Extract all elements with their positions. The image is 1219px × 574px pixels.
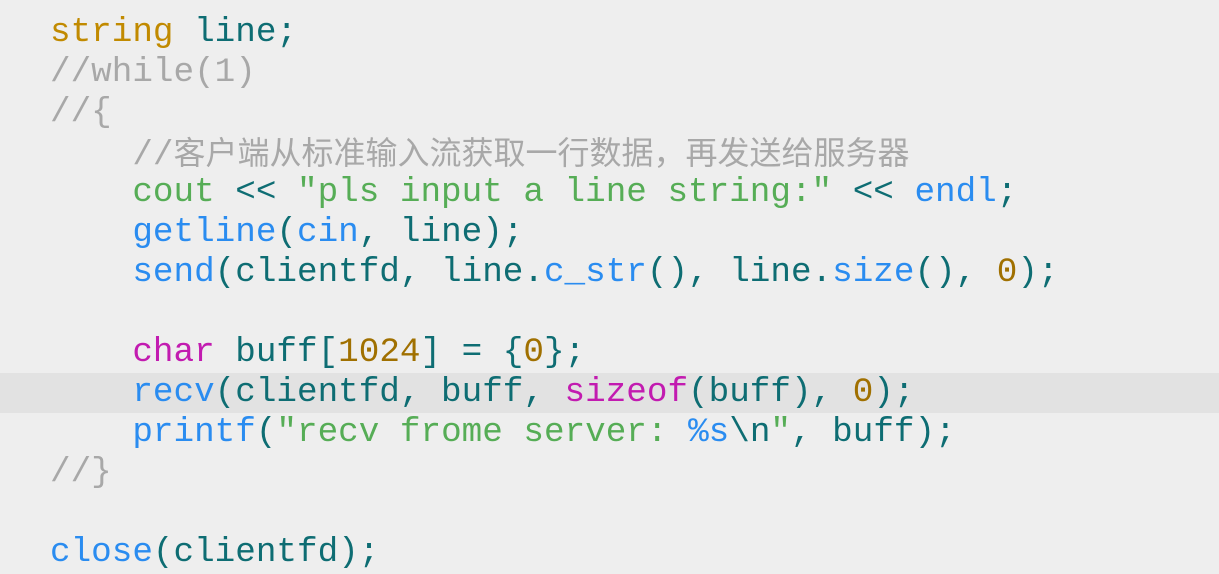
code-token: (), <box>914 253 997 292</box>
code-token: recv <box>132 373 215 412</box>
code-token: (buff), <box>688 373 853 412</box>
code-token: string <box>50 13 174 52</box>
code-line-current[interactable]: recv(clientfd, buff, sizeof(buff), 0); <box>0 373 1219 413</box>
code-token: 0 <box>996 253 1018 292</box>
code-token: }; <box>544 333 586 372</box>
code-editor[interactable]: string line;//while(1)//{ //客户端从标准输入流获取一… <box>0 13 1219 573</box>
code-token: , buff); <box>791 413 956 452</box>
code-token: cin <box>297 213 359 252</box>
code-token: ); <box>873 373 915 412</box>
code-line[interactable]: cout << "pls input a line string:" << en… <box>0 173 1219 213</box>
code-token: printf <box>132 413 256 452</box>
code-token: endl <box>914 173 997 212</box>
code-token: << <box>832 173 915 212</box>
code-token: (), line. <box>646 253 833 292</box>
code-token: (clientfd); <box>152 533 380 572</box>
code-token: // <box>50 136 174 175</box>
code-token: 1024 <box>338 333 421 372</box>
code-token: ( <box>276 213 297 252</box>
code-token: size <box>832 253 915 292</box>
code-token: ( <box>255 413 277 452</box>
code-line[interactable]: close(clientfd); <box>0 533 1219 573</box>
code-token: "recv frome server: <box>276 413 689 452</box>
code-token: << <box>214 173 297 212</box>
code-token: " <box>770 413 791 452</box>
code-token: getline <box>132 213 277 252</box>
code-token: "pls input a line string:" <box>296 173 833 212</box>
code-line[interactable]: printf("recv frome server: %s\n", buff); <box>0 413 1219 453</box>
code-line[interactable]: char buff[1024] = {0}; <box>0 333 1219 373</box>
code-token: ); <box>1017 253 1059 292</box>
code-token: ; <box>996 173 1018 212</box>
code-token: send <box>132 253 215 292</box>
code-token: , line); <box>358 213 524 252</box>
code-line[interactable] <box>0 293 1219 333</box>
code-token: (clientfd, buff, <box>214 373 565 412</box>
code-token: //{ <box>50 93 112 132</box>
code-token: close <box>50 533 153 572</box>
code-token: \n <box>729 413 771 452</box>
code-token: 客户端从标准输入流获取一行数据，再发送给服务器 <box>173 134 910 172</box>
code-line[interactable]: //客户端从标准输入流获取一行数据，再发送给服务器 <box>0 133 1219 175</box>
code-token: //} <box>50 453 112 492</box>
code-line[interactable]: //} <box>0 453 1219 493</box>
code-token: //while(1) <box>50 53 256 92</box>
code-token: char <box>132 333 215 372</box>
code-token: buff[ <box>214 333 339 372</box>
code-token: sizeof <box>564 373 689 412</box>
code-token: %s <box>688 413 730 452</box>
code-line[interactable]: //{ <box>0 93 1219 133</box>
code-line[interactable]: string line; <box>0 13 1219 53</box>
code-line[interactable]: send(clientfd, line.c_str(), line.size()… <box>0 253 1219 293</box>
code-line[interactable]: //while(1) <box>0 53 1219 93</box>
code-token: (clientfd, line. <box>214 253 544 292</box>
code-line[interactable] <box>0 493 1219 533</box>
code-token: c_str <box>543 253 647 292</box>
code-token: cout <box>132 173 215 212</box>
code-token: 0 <box>523 333 544 372</box>
code-token: ] = { <box>420 333 524 372</box>
code-token: 0 <box>852 373 874 412</box>
code-line[interactable]: getline(cin, line); <box>0 213 1219 253</box>
code-token: line; <box>173 13 297 52</box>
